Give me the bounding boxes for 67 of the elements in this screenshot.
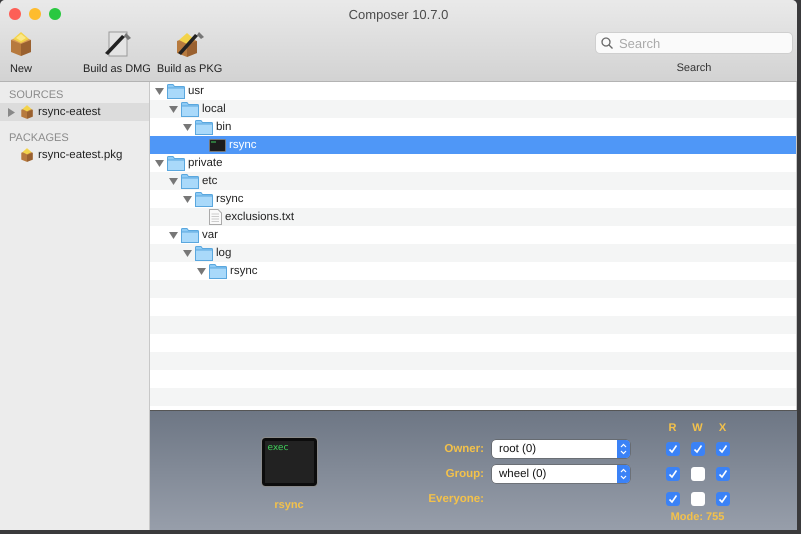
close-button[interactable] <box>9 8 21 20</box>
folder-icon <box>167 156 185 170</box>
tree-row[interactable]: etc <box>150 172 796 190</box>
permission-header: R <box>668 422 676 434</box>
stepper-icon <box>617 440 630 458</box>
checkbox[interactable] <box>690 442 704 456</box>
checkbox[interactable] <box>716 466 730 480</box>
tree-row[interactable]: rsync <box>150 262 796 280</box>
document-icon <box>209 209 222 225</box>
search-icon <box>601 37 613 49</box>
disclosure-triangle-icon[interactable] <box>169 104 178 114</box>
checkbox[interactable] <box>716 442 730 456</box>
disclosure-triangle-icon[interactable] <box>155 86 164 96</box>
permission-label: Owner: <box>444 442 484 454</box>
checkbox[interactable] <box>666 466 680 480</box>
package-icon <box>19 104 35 120</box>
disclosure-triangle-icon[interactable] <box>183 122 192 132</box>
permission-header: X <box>718 422 726 434</box>
disclosure-triangle-icon[interactable] <box>155 158 164 168</box>
disclosure-triangle-icon[interactable] <box>183 248 192 258</box>
executable-icon: exec <box>262 438 316 486</box>
search-field[interactable]: Search <box>595 32 793 54</box>
sidebar-item[interactable]: rsync-eatest.pkg <box>0 146 149 164</box>
sidebar-item[interactable]: rsync-eatest <box>0 103 149 121</box>
window-title: Composer 10.7.0 <box>348 7 448 22</box>
permission-header: W <box>692 422 703 434</box>
tree-row[interactable]: bin <box>150 118 796 136</box>
folder-icon <box>195 120 213 134</box>
folder-icon <box>181 228 199 242</box>
disclosure-triangle-icon[interactable] <box>7 108 16 116</box>
toolbar-button[interactable]: Build as PKG <box>154 28 226 75</box>
search-label: Search <box>676 62 712 74</box>
package-icon <box>19 147 35 163</box>
folder-icon <box>209 264 227 278</box>
tree-row[interactable]: rsync <box>150 190 796 208</box>
checkbox[interactable] <box>690 466 704 480</box>
checkbox[interactable] <box>690 492 704 506</box>
folder-icon <box>181 102 199 116</box>
tree-row[interactable]: private <box>150 154 796 172</box>
disclosure-triangle-icon[interactable] <box>197 266 206 276</box>
tree-row[interactable]: local <box>150 100 796 118</box>
checkbox[interactable] <box>666 492 680 506</box>
toolbar-button[interactable]: Build as DMG <box>80 28 154 75</box>
checkbox[interactable] <box>666 442 680 456</box>
folder-icon <box>167 84 185 98</box>
stepper-icon <box>617 464 630 482</box>
dropdown[interactable]: wheel (0) <box>492 464 630 482</box>
tree-row[interactable]: exclusions.txt <box>150 208 796 226</box>
disclosure-triangle-icon[interactable] <box>169 230 178 240</box>
permission-label: Everyone: <box>428 492 484 504</box>
file-name: rsync <box>274 499 304 511</box>
folder-icon <box>195 192 213 206</box>
terminal-icon <box>209 138 226 152</box>
permission-label: Group: <box>446 468 484 480</box>
section-heading: PACKAGES <box>8 131 70 146</box>
mode-label: Mode: 755 <box>670 511 724 523</box>
tree-row[interactable]: var <box>150 226 796 244</box>
tree-row[interactable]: usr <box>150 82 796 100</box>
checkbox[interactable] <box>716 492 730 506</box>
folder-icon <box>195 246 213 260</box>
toolbar-button[interactable]: New <box>4 28 38 75</box>
folder-icon <box>181 174 199 188</box>
section-heading: SOURCES <box>8 88 64 103</box>
dropdown[interactable]: root (0) <box>492 440 630 458</box>
disclosure-triangle-icon[interactable] <box>169 176 178 186</box>
disclosure-triangle-icon[interactable] <box>183 194 192 204</box>
tree-row[interactable]: log <box>150 244 796 262</box>
